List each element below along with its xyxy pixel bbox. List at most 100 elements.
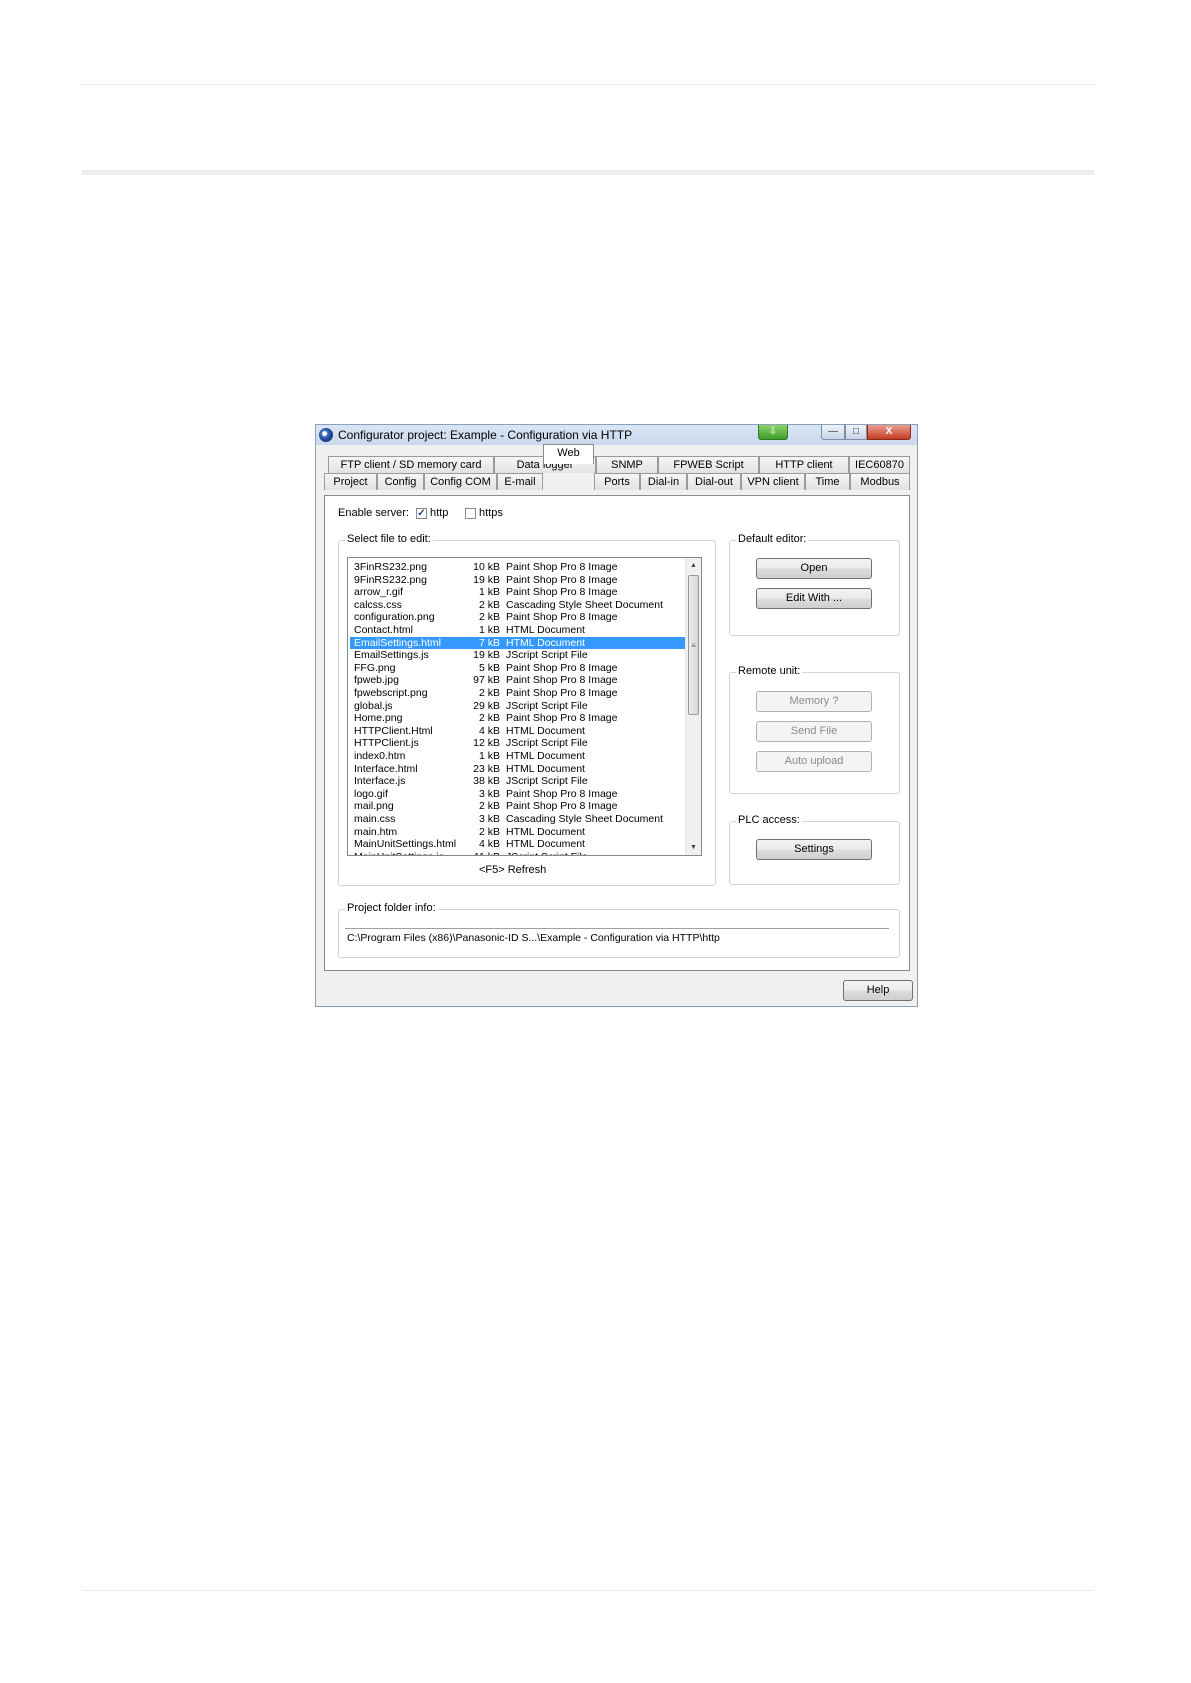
tab-ports[interactable]: Ports xyxy=(594,473,640,490)
file-name: arrow_r.gif xyxy=(354,586,404,599)
file-type: Paint Shop Pro 8 Image xyxy=(506,712,618,725)
file-list-row[interactable]: logo.gif 3 kB Paint Shop Pro 8 Image xyxy=(350,788,685,801)
quick-access-icon[interactable]: ⇩ xyxy=(758,425,788,440)
tab-modbus[interactable]: Modbus xyxy=(850,473,910,490)
file-type: JScript Script File xyxy=(506,851,588,855)
file-list-row[interactable]: MainUnitSettings.js 11 kB JScript Script F… xyxy=(350,851,685,855)
help-button[interactable]: Help xyxy=(843,980,913,1001)
tab-snmp[interactable]: SNMP xyxy=(596,456,658,473)
tab-iec60870[interactable]: IEC60870 xyxy=(849,456,910,473)
minimize-icon[interactable]: — xyxy=(821,425,845,440)
file-list-row[interactable]: MainUnitSettings.html 4 kB HTML Document xyxy=(350,838,685,851)
file-list-row[interactable]: calcss.css 2 kB Cascading Style Sheet Docu… xyxy=(350,599,685,612)
file-list-row[interactable]: EmailSettings.js 19 kB JScript Script File xyxy=(350,649,685,662)
file-type: JScript Script File xyxy=(506,775,588,788)
tab-ftp-client[interactable]: FTP client / SD memory card xyxy=(328,456,494,473)
file-list-row[interactable]: mail.png 2 kB Paint Shop Pro 8 Image xyxy=(350,800,685,813)
file-type: Cascading Style Sheet Document xyxy=(506,598,664,611)
file-size: 2 kB xyxy=(478,598,500,611)
tab-dial-out[interactable]: Dial-out xyxy=(687,473,741,490)
file-size: 12 kB xyxy=(473,737,500,750)
file-type: HTML Document xyxy=(506,636,585,649)
file-list-row[interactable]: main.css 3 kB Cascading Style Sheet Docume… xyxy=(350,813,685,826)
maximize-icon[interactable]: □ xyxy=(845,425,867,440)
project-folder-legend: Project folder info: xyxy=(345,902,438,914)
file-type: Paint Shop Pro 8 Image xyxy=(506,787,618,800)
page-header-rule xyxy=(82,170,1094,175)
file-list-row[interactable]: Interface.html 23 kB HTML Document xyxy=(350,763,685,776)
tab-web[interactable]: Web xyxy=(543,444,594,464)
title-bar[interactable]: Configurator project: Example - Configur… xyxy=(316,425,917,445)
auto-upload-button[interactable]: Auto upload xyxy=(756,751,872,772)
project-folder-path[interactable]: C:\Program Files (x86)\Panasonic-ID S...… xyxy=(345,928,889,949)
file-type: JScript Script File xyxy=(506,737,588,750)
file-name: calcss.css xyxy=(354,598,402,611)
file-list-row[interactable]: EmailSettings.html 7 kB HTML Document xyxy=(350,636,685,650)
file-size: 1 kB xyxy=(478,586,500,599)
file-list-row[interactable]: Home.png 2 kB Paint Shop Pro 8 Image xyxy=(350,712,685,725)
file-list-row[interactable]: fpweb.jpg 97 kB Paint Shop Pro 8 Image xyxy=(350,674,685,687)
file-list-row[interactable]: configuration.png 2 kB Paint Shop Pro 8 Im… xyxy=(350,611,685,624)
file-type: JScript Script File xyxy=(506,699,588,712)
file-list-row[interactable]: HTTPClient.Html 4 kB HTML Document xyxy=(350,725,685,738)
tab-http-client[interactable]: HTTP client xyxy=(759,456,849,473)
file-listbox[interactable]: 3FinRS232.png 10 kB Paint Shop Pro 8 Image… xyxy=(347,557,702,856)
file-list-row[interactable]: index0.htm 1 kB HTML Document xyxy=(350,750,685,763)
file-name: mail.png xyxy=(354,800,394,813)
file-type: HTML Document xyxy=(506,825,585,838)
file-list-row[interactable]: FFG.png 5 kB Paint Shop Pro 8 Image xyxy=(350,662,685,675)
file-list-row[interactable]: global.js 29 kB JScript Script File xyxy=(350,700,685,713)
app-icon[interactable] xyxy=(319,428,333,442)
send-file-button[interactable]: Send File xyxy=(756,721,872,742)
file-list-row[interactable]: Contact.html 1 kB HTML Document xyxy=(350,624,685,637)
file-name: 9FinRS232.png xyxy=(354,573,427,586)
file-size: 2 kB xyxy=(478,825,500,838)
settings-button[interactable]: Settings xyxy=(756,839,872,860)
scroll-up-icon[interactable]: ▲ xyxy=(686,558,701,573)
tab-config-com[interactable]: Config COM xyxy=(424,473,497,490)
file-list-row[interactable]: HTTPClient.js 12 kB JScript Script File xyxy=(350,737,685,750)
file-name: Interface.js xyxy=(354,775,406,788)
file-list-row[interactable]: main.htm 2 kB HTML Document xyxy=(350,826,685,839)
page-rule-bottom xyxy=(82,1590,1094,1591)
file-list-row[interactable]: 9FinRS232.png 19 kB Paint Shop Pro 8 Image xyxy=(350,574,685,587)
tab-time[interactable]: Time xyxy=(805,473,850,490)
refresh-hint[interactable]: <F5> Refresh xyxy=(479,864,546,876)
file-name: HTTPClient.Html xyxy=(354,724,433,737)
file-size: 97 kB xyxy=(473,674,500,687)
edit-with-button[interactable]: Edit With ... xyxy=(756,588,872,609)
close-icon[interactable]: X xyxy=(867,425,911,440)
tab-project[interactable]: Project xyxy=(324,473,377,490)
scroll-thumb[interactable]: ≡ xyxy=(688,575,699,715)
file-type: JScript Script File xyxy=(506,649,588,662)
memory-button[interactable]: Memory ? xyxy=(756,691,872,712)
web-tab-panel: Enable server: ✓ http https Select file … xyxy=(324,495,910,971)
file-size: 2 kB xyxy=(478,712,500,725)
checkmark-icon: ✓ xyxy=(417,508,426,519)
file-size: 10 kB xyxy=(473,561,500,573)
file-list-row[interactable]: 3FinRS232.png 10 kB Paint Shop Pro 8 Image xyxy=(350,561,685,574)
tab-email[interactable]: E-mail xyxy=(497,473,543,490)
tab-dial-in[interactable]: Dial-in xyxy=(640,473,687,490)
file-size: 4 kB xyxy=(478,838,500,851)
select-file-group: Select file to edit: 3FinRS232.png 10 kB P… xyxy=(338,533,716,886)
default-editor-legend: Default editor: xyxy=(736,533,809,545)
tab-config[interactable]: Config xyxy=(377,473,424,490)
file-type: Paint Shop Pro 8 Image xyxy=(506,661,618,674)
open-button[interactable]: Open xyxy=(756,558,872,579)
file-name: fpweb.jpg xyxy=(354,674,399,687)
window-title: Configurator project: Example - Configur… xyxy=(338,428,633,442)
file-name: Interface.html xyxy=(354,762,418,775)
https-checkbox[interactable] xyxy=(465,508,476,519)
tab-fpweb-script[interactable]: FPWEB Script xyxy=(658,456,759,473)
enable-server-label: Enable server: xyxy=(338,507,409,519)
file-name: Contact.html xyxy=(354,624,413,636)
file-list-row[interactable]: fpwebscript.png 2 kB Paint Shop Pro 8 Imag… xyxy=(350,687,685,700)
scroll-down-icon[interactable]: ▼ xyxy=(686,840,701,855)
file-list-scrollbar[interactable]: ▲ ≡ ▼ xyxy=(685,558,701,855)
http-checkbox[interactable]: ✓ xyxy=(416,508,427,519)
file-list-row[interactable]: arrow_r.gif 1 kB Paint Shop Pro 8 Image xyxy=(350,586,685,599)
tab-vpn-client[interactable]: VPN client xyxy=(741,473,805,490)
file-list-row[interactable]: Interface.js 38 kB JScript Script File xyxy=(350,775,685,788)
file-name: FFG.png xyxy=(354,661,396,674)
